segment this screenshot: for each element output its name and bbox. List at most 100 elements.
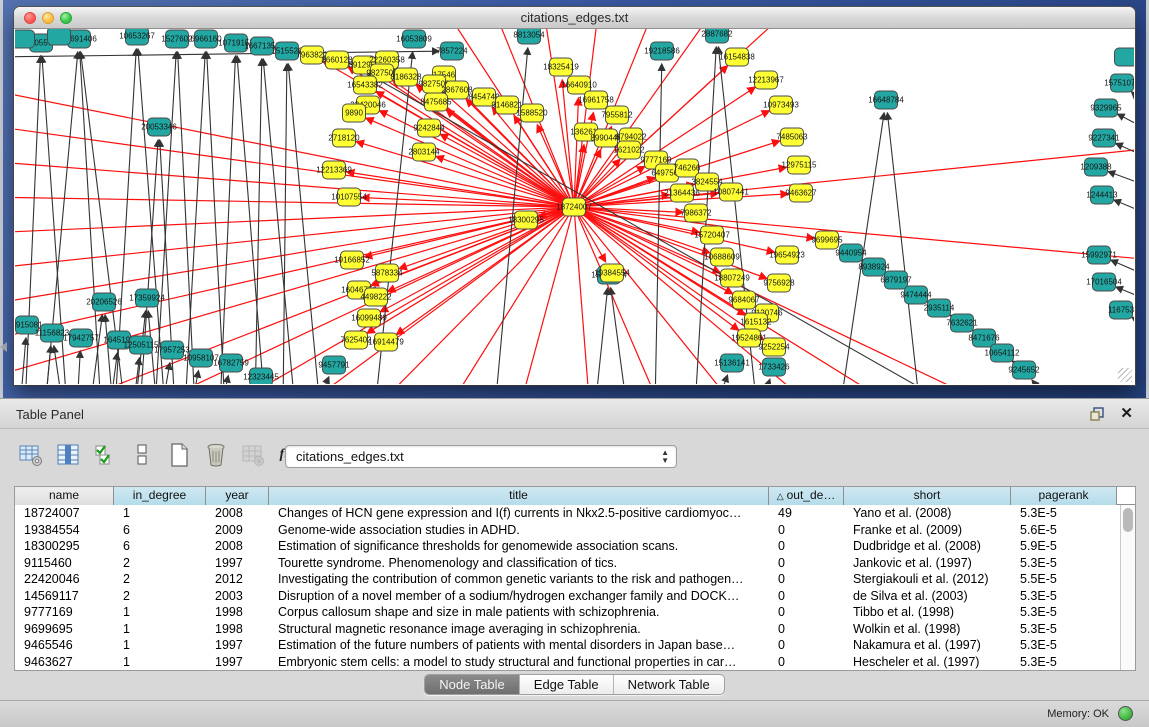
network-node[interactable]: 18325419 [543,58,579,76]
tab-node-table[interactable]: Node Table [425,675,520,694]
network-node[interactable]: 9463627 [785,184,817,202]
table-row[interactable]: 2242004622012Investigating the contribut… [15,571,1119,588]
cell-name[interactable]: 9465546 [15,637,114,654]
vertical-scrollbar[interactable] [1120,505,1135,670]
network-node[interactable]: 9474444 [900,286,932,304]
cell-year[interactable]: 2009 [206,522,269,539]
network-node[interactable]: 7955812 [601,106,633,124]
network-node[interactable]: 20206526 [86,293,122,311]
network-node[interactable]: 12323445 [243,368,279,384]
cell-name[interactable]: 9115460 [15,555,114,572]
cell-year[interactable]: 2008 [206,505,269,522]
cell-short[interactable]: Dudbridge et al. (2008) [844,538,1011,555]
cell-name[interactable]: 9777169 [15,604,114,621]
cell-in_degree[interactable]: 1 [114,505,206,522]
network-node[interactable]: 7986372 [680,204,712,222]
delete-table-icon[interactable] [240,442,266,468]
window-resize-grip[interactable] [1118,368,1132,382]
network-node[interactable]: 9684067 [728,291,760,309]
cell-out_de[interactable]: 0 [769,588,844,605]
network-node[interactable]: 19654923 [769,246,805,264]
network-node[interactable]: 9329965 [1090,99,1122,117]
network-node[interactable]: 2887682 [701,29,733,43]
cell-in_degree[interactable]: 2 [114,555,206,572]
cell-in_degree[interactable]: 1 [114,637,206,654]
network-node[interactable]: 9440954 [835,244,867,262]
column-header-year[interactable]: year [206,487,269,505]
network-node[interactable]: 9890 [343,104,366,122]
table-row[interactable]: 1456911722003Disruption of a novel membe… [15,588,1119,605]
network-node[interactable]: 9699695 [811,231,843,249]
cell-out_de[interactable]: 0 [769,654,844,671]
cell-name[interactable]: 14569117 [15,588,114,605]
cell-short[interactable]: Hescheler et al. (1997) [844,654,1011,671]
cell-year[interactable]: 2003 [206,588,269,605]
cell-year[interactable]: 1997 [206,555,269,572]
network-node[interactable]: 1527602 [161,30,193,48]
cell-year[interactable]: 1998 [206,604,269,621]
cell-name[interactable]: 9463627 [15,654,114,671]
row-mode-icon[interactable] [129,442,155,468]
network-node[interactable]: 9242844 [413,119,445,137]
cell-title[interactable]: Structural magnetic resonance image aver… [269,621,769,638]
column-header-name[interactable]: name [15,487,114,505]
network-node[interactable]: 16154838 [719,48,755,66]
table-row[interactable]: 1938455462009Genome-wide association stu… [15,522,1119,539]
cell-in_degree[interactable]: 1 [114,604,206,621]
network-node[interactable]: 1615132 [740,313,772,331]
cell-title[interactable]: Corpus callosum shape and size in male p… [269,604,769,621]
scrollbar-thumb[interactable] [1123,508,1133,532]
network-node[interactable]: 9227341 [1088,129,1120,147]
cell-title[interactable]: Embryonic stem cells: a model to study s… [269,654,769,671]
network-node[interactable]: 17016504 [1086,273,1122,291]
network-node[interactable]: 7485063 [776,128,808,146]
cell-pagerank[interactable]: 5.3E-5 [1011,604,1117,621]
network-node[interactable] [15,30,35,48]
cell-pagerank[interactable]: 5.3E-5 [1011,555,1117,572]
cell-title[interactable]: Changes of HCN gene expression and I(f) … [269,505,769,522]
network-node[interactable]: 1733426 [758,358,790,376]
network-node[interactable]: 15992971 [1081,246,1117,264]
cell-name[interactable]: 18300295 [15,538,114,555]
select-columns-icon[interactable] [92,442,118,468]
cell-title[interactable]: Genome-wide association studies in ADHD. [269,522,769,539]
cell-year[interactable]: 1997 [206,637,269,654]
cell-out_de[interactable]: 0 [769,621,844,638]
cell-year[interactable]: 2012 [206,571,269,588]
cell-in_degree[interactable]: 1 [114,621,206,638]
cell-in_degree[interactable]: 2 [114,571,206,588]
float-panel-icon[interactable] [1089,406,1105,422]
network-node[interactable]: 9245652 [1008,361,1040,379]
network-node[interactable]: 15751074 [1104,74,1134,92]
tab-edge-table[interactable]: Edge Table [520,675,614,694]
network-node[interactable]: 116753 [1108,301,1134,319]
network-node[interactable]: 9457791 [318,356,350,374]
memory-status-icon[interactable] [1118,706,1133,721]
cell-short[interactable]: Franke et al. (2009) [844,522,1011,539]
table-row[interactable]: 946554611997Estimation of the future num… [15,637,1119,654]
create-column-icon[interactable] [166,442,192,468]
window-titlebar[interactable]: citations_edges.txt [14,7,1135,29]
network-node[interactable]: 5878334 [371,264,403,282]
cell-in_degree[interactable]: 6 [114,538,206,555]
column-header-in_degree[interactable]: in_degree [114,487,206,505]
cell-name[interactable]: 9699695 [15,621,114,638]
network-node[interactable]: 10688609 [704,248,740,266]
column-header-pagerank[interactable]: pagerank [1011,487,1117,505]
network-node[interactable] [1115,48,1135,66]
network-node[interactable]: 2803144 [408,143,440,161]
network-node[interactable]: 1244413 [1086,186,1118,204]
cell-out_de[interactable]: 0 [769,571,844,588]
network-node[interactable]: 8813054 [513,29,545,44]
cell-out_de[interactable]: 0 [769,555,844,572]
cell-short[interactable]: Nakamura et al. (1997) [844,637,1011,654]
network-node[interactable]: 7857224 [436,42,468,60]
cell-out_de[interactable]: 0 [769,604,844,621]
show-columns-icon[interactable] [55,442,81,468]
table-row[interactable]: 1872400712008Changes of HCN gene express… [15,505,1119,522]
cell-title[interactable]: Disruption of a novel member of a sodium… [269,588,769,605]
cell-pagerank[interactable]: 5.6E-5 [1011,522,1117,539]
column-header-title[interactable]: title [269,487,769,505]
tab-network-table[interactable]: Network Table [614,675,724,694]
table-row[interactable]: 969969511998Structural magnetic resonanc… [15,621,1119,638]
